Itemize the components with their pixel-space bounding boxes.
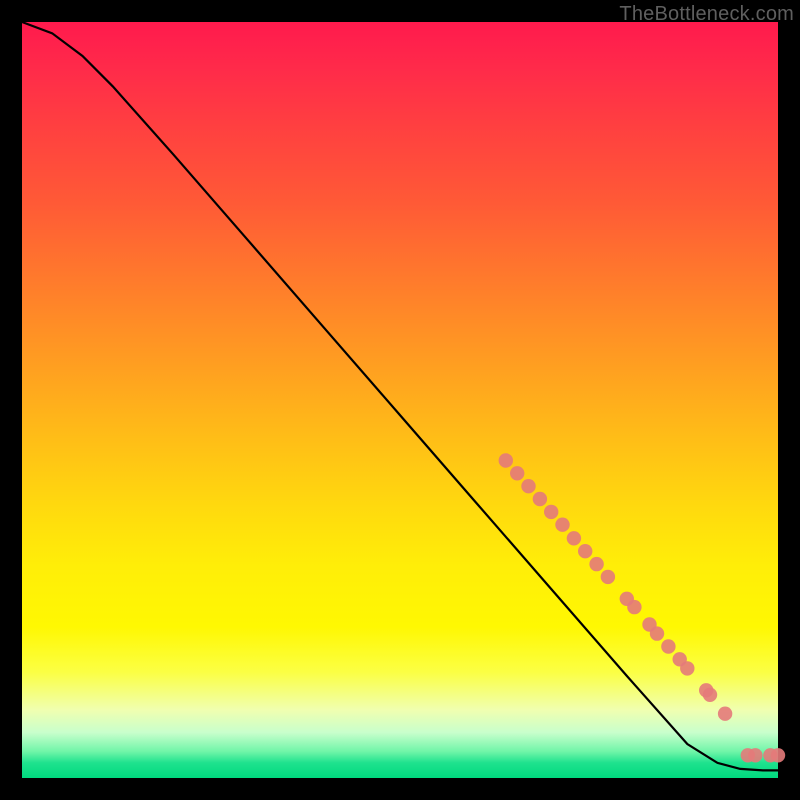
chart-point bbox=[589, 557, 603, 571]
chart-point bbox=[748, 748, 762, 762]
chart-point bbox=[718, 707, 732, 721]
chart-point bbox=[533, 492, 547, 506]
chart-point bbox=[499, 453, 513, 467]
chart-svg bbox=[22, 22, 778, 778]
chart-point bbox=[555, 518, 569, 532]
chart-curve bbox=[22, 22, 778, 770]
chart-point bbox=[627, 600, 641, 614]
watermark-text: TheBottleneck.com bbox=[619, 3, 794, 26]
chart-point bbox=[680, 661, 694, 675]
chart-point bbox=[661, 639, 675, 653]
chart-point bbox=[703, 688, 717, 702]
chart-point bbox=[567, 531, 581, 545]
chart-points bbox=[499, 453, 786, 762]
chart-point bbox=[578, 544, 592, 558]
chart-frame: TheBottleneck.com bbox=[0, 0, 800, 800]
chart-point bbox=[510, 466, 524, 480]
chart-point bbox=[771, 748, 785, 762]
chart-point bbox=[521, 479, 535, 493]
chart-point bbox=[650, 626, 664, 640]
chart-point bbox=[544, 505, 558, 519]
chart-plot-area bbox=[22, 22, 778, 778]
chart-point bbox=[601, 570, 615, 584]
